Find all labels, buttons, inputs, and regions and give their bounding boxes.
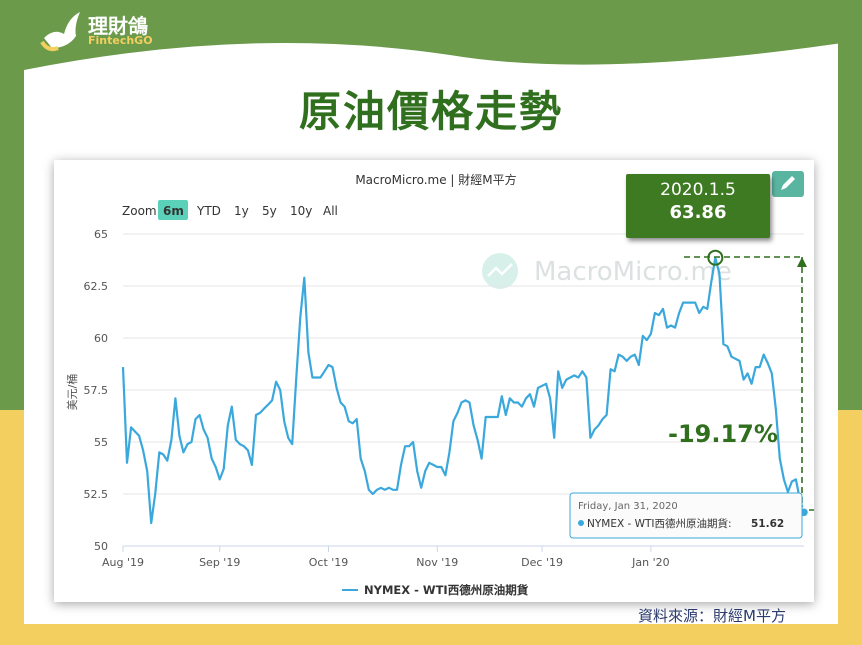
tooltip-date: Friday, Jan 31, 2020 bbox=[578, 501, 678, 512]
svg-text:6m: 6m bbox=[163, 204, 184, 218]
y-tick-label: 55 bbox=[94, 436, 108, 449]
y-tick-label: 60 bbox=[94, 332, 108, 345]
chart-header: MacroMicro.me | 財經M平方 bbox=[355, 172, 516, 187]
x-axis-ticks: Aug '19 Sep '19 Oct '19 Nov '19 Dec '19 Jan '… bbox=[102, 546, 670, 569]
dove-icon bbox=[40, 12, 80, 52]
y-tick-label: 50 bbox=[94, 540, 108, 553]
zoom-button-5y[interactable]: 5y bbox=[262, 204, 277, 218]
zoom-label: Zoom bbox=[122, 204, 157, 218]
source-note: 資料來源：財經M平方 bbox=[638, 607, 786, 625]
page-title: 原油價格走勢 bbox=[298, 87, 563, 136]
x-tick-label: Jan '20 bbox=[631, 556, 669, 569]
change-label: -19.17% bbox=[668, 420, 778, 448]
tooltip: Friday, Jan 31, 2020 NYMEX - WTI西德州原油期貨:… bbox=[569, 492, 803, 539]
legend[interactable]: NYMEX - WTI西德州原油期貨 bbox=[342, 583, 529, 597]
zoom-button-all[interactable]: All bbox=[323, 204, 338, 218]
svg-text:All: All bbox=[323, 204, 338, 218]
svg-text:10y: 10y bbox=[290, 204, 312, 218]
zoom-buttons: 6m YTD 1y 5y 10y All bbox=[158, 200, 338, 220]
y-tick-label: 57.5 bbox=[84, 384, 109, 397]
y-axis-ticks: 50 52.5 55 57.5 60 62.5 65 bbox=[84, 228, 109, 553]
tooltip-series: NYMEX - WTI西德州原油期貨: bbox=[587, 517, 732, 530]
y-tick-label: 65 bbox=[94, 228, 108, 241]
tooltip-value: 51.62 bbox=[751, 518, 784, 530]
logo-subtitle: FintechGO bbox=[88, 34, 153, 47]
svg-text:1y: 1y bbox=[234, 204, 249, 218]
y-tick-label: 62.5 bbox=[84, 280, 109, 293]
zoom-button-1y[interactable]: 1y bbox=[234, 204, 249, 218]
x-tick-label: Nov '19 bbox=[416, 556, 458, 569]
x-tick-label: Aug '19 bbox=[102, 556, 144, 569]
edit-button[interactable] bbox=[772, 171, 804, 197]
x-tick-label: Oct '19 bbox=[309, 556, 349, 569]
legend-label: NYMEX - WTI西德州原油期貨 bbox=[364, 583, 529, 597]
callout-value: 63.86 bbox=[669, 202, 727, 223]
y-axis-label: 美元/桶 bbox=[65, 374, 79, 411]
svg-text:YTD: YTD bbox=[196, 204, 221, 218]
callout-box: 2020.1.5 63.86 bbox=[626, 174, 770, 238]
watermark: MacroMicro.me bbox=[482, 253, 732, 289]
chart-card: MacroMicro.me | 財經M平方 Zoom 6m YTD 1y 5y 10y A… bbox=[54, 160, 814, 602]
callout-date: 2020.1.5 bbox=[660, 180, 736, 200]
y-tick-label: 52.5 bbox=[84, 488, 109, 501]
zoom-button-ytd[interactable]: YTD bbox=[196, 204, 221, 218]
zoom-button-6m[interactable]: 6m bbox=[158, 200, 188, 220]
x-tick-label: Sep '19 bbox=[199, 556, 240, 569]
arrow-up-icon bbox=[797, 257, 807, 267]
svg-text:5y: 5y bbox=[262, 204, 277, 218]
zoom-button-10y[interactable]: 10y bbox=[290, 204, 312, 218]
watermark-text: MacroMicro.me bbox=[534, 257, 732, 287]
x-tick-label: Dec '19 bbox=[521, 556, 563, 569]
